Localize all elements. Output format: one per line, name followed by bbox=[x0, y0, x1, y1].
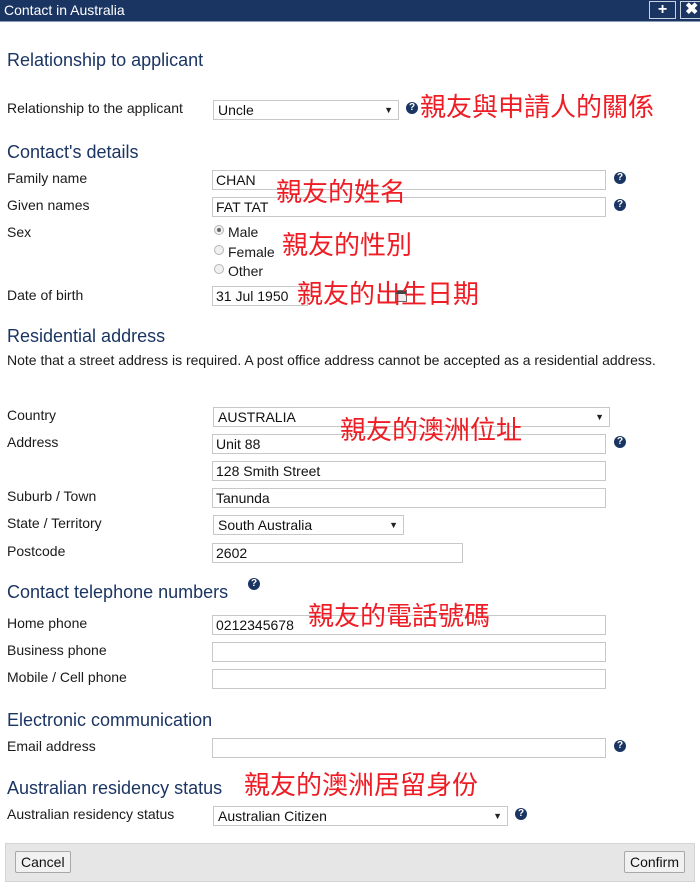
email-input[interactable] bbox=[212, 738, 606, 758]
family-name-input[interactable]: CHAN bbox=[212, 170, 606, 190]
section-heading-relationship: Relationship to applicant bbox=[7, 50, 204, 70]
country-value: AUSTRALIA bbox=[218, 409, 296, 425]
section-heading-residential-address: Residential address bbox=[7, 326, 166, 346]
annotation-residency: 親友的澳洲居留身份 bbox=[244, 771, 479, 801]
state-select[interactable]: South Australia ▼ bbox=[213, 515, 404, 535]
dropdown-arrow-icon: ▼ bbox=[493, 811, 502, 821]
given-names-input[interactable]: FAT TAT bbox=[212, 197, 606, 217]
residency-select[interactable]: Australian Citizen ▼ bbox=[213, 806, 508, 826]
help-icon[interactable]: ? bbox=[515, 808, 527, 820]
residency-label: Australian residency status bbox=[7, 806, 175, 822]
postcode-input[interactable]: 2602 bbox=[212, 543, 463, 563]
family-name-label: Family name bbox=[7, 170, 88, 186]
address-label: Address bbox=[7, 434, 59, 450]
business-phone-label: Business phone bbox=[7, 642, 107, 658]
state-label: State / Territory bbox=[7, 515, 102, 531]
cancel-button[interactable]: Cancel bbox=[15, 851, 71, 873]
help-icon[interactable]: ? bbox=[614, 436, 626, 448]
given-names-label: Given names bbox=[7, 197, 90, 213]
relationship-label: Relationship to the applicant bbox=[7, 100, 183, 116]
plus-icon: + bbox=[657, 1, 668, 18]
dropdown-arrow-icon: ▼ bbox=[384, 105, 393, 115]
maximize-button[interactable]: + bbox=[649, 1, 676, 19]
postcode-label: Postcode bbox=[7, 543, 66, 559]
annotation-address: 親友的澳洲位址 bbox=[340, 416, 523, 446]
confirm-button[interactable]: Confirm bbox=[623, 851, 685, 873]
suburb-input[interactable]: Tanunda bbox=[212, 488, 606, 508]
annotation-telephone: 親友的電話號碼 bbox=[308, 602, 491, 632]
mobile-phone-label: Mobile / Cell phone bbox=[7, 669, 127, 685]
section-heading-electronic: Electronic communication bbox=[7, 710, 213, 730]
annotation-sex: 親友的性別 bbox=[282, 231, 413, 261]
business-phone-input[interactable] bbox=[212, 642, 606, 662]
window-title: Contact in Australia bbox=[4, 2, 125, 18]
email-label: Email address bbox=[7, 738, 96, 754]
section-heading-contact-details: Contact's details bbox=[7, 142, 139, 162]
help-icon[interactable]: ? bbox=[248, 578, 260, 590]
annotation-relationship: 親友與申請人的關係 bbox=[420, 93, 655, 123]
state-value: South Australia bbox=[218, 517, 313, 533]
relationship-value: Uncle bbox=[218, 102, 254, 118]
radio-other[interactable] bbox=[214, 264, 224, 274]
section-heading-residency: Australian residency status bbox=[7, 778, 223, 798]
mobile-phone-input[interactable] bbox=[212, 669, 606, 689]
radio-female[interactable] bbox=[214, 245, 224, 255]
dob-label: Date of birth bbox=[7, 287, 84, 303]
dropdown-arrow-icon: ▼ bbox=[595, 412, 604, 422]
close-icon: ✖ bbox=[685, 1, 699, 18]
radio-label-female[interactable]: Female bbox=[228, 244, 275, 260]
dialog-footer: Cancel Confirm bbox=[5, 843, 695, 882]
dob-input[interactable]: 31 Jul 1950 bbox=[212, 286, 308, 306]
help-icon[interactable]: ? bbox=[614, 740, 626, 752]
window-titlebar: Contact in Australia + ✖ bbox=[0, 0, 700, 22]
country-label: Country bbox=[7, 407, 57, 423]
help-icon[interactable]: ? bbox=[614, 199, 626, 211]
annotation-dob: 親友的出生日期 bbox=[297, 280, 480, 310]
annotation-name: 親友的姓名 bbox=[276, 178, 407, 208]
address-line2-input[interactable]: 128 Smith Street bbox=[212, 461, 606, 481]
suburb-label: Suburb / Town bbox=[7, 488, 97, 504]
residential-note: Note that a street address is required. … bbox=[7, 352, 656, 368]
residency-value: Australian Citizen bbox=[218, 808, 327, 824]
radio-label-male[interactable]: Male bbox=[228, 224, 258, 240]
help-icon[interactable]: ? bbox=[614, 172, 626, 184]
radio-label-other[interactable]: Other bbox=[228, 263, 263, 279]
section-heading-telephone: Contact telephone numbers bbox=[7, 582, 229, 602]
relationship-select[interactable]: Uncle ▼ bbox=[213, 100, 399, 120]
help-icon[interactable]: ? bbox=[406, 102, 418, 114]
radio-male[interactable] bbox=[214, 225, 224, 235]
home-phone-label: Home phone bbox=[7, 615, 88, 631]
sex-label: Sex bbox=[7, 224, 32, 240]
close-button[interactable]: ✖ bbox=[680, 1, 700, 19]
dropdown-arrow-icon: ▼ bbox=[389, 520, 398, 530]
